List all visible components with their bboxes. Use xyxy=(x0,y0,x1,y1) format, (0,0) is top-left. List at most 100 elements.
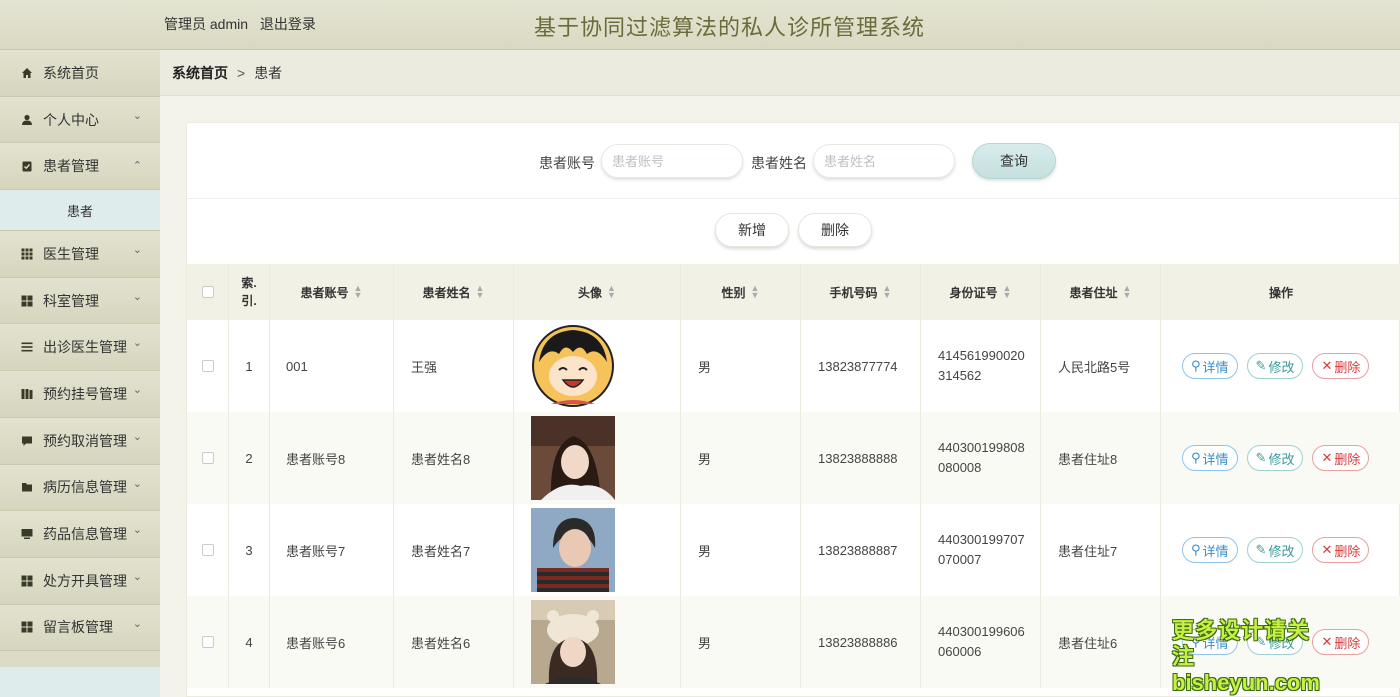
delete-label: 删除 xyxy=(1334,635,1361,651)
sidebar-item-label: 预约取消管理 xyxy=(43,432,127,449)
edit-label: 修改 xyxy=(1268,451,1295,467)
sidebar-item-label: 系统首页 xyxy=(43,64,99,81)
sidebar-item-profile[interactable]: 个人中心 ⌄ xyxy=(0,96,160,144)
sidebar-item-medicines[interactable]: 药品信息管理 ⌄ xyxy=(0,511,160,558)
sidebar-item-departments[interactable]: 科室管理 ⌄ xyxy=(0,277,160,325)
edit-button[interactable]: ✎ 修改 xyxy=(1246,353,1304,379)
col-operations: 操作 xyxy=(1268,285,1293,300)
delete-label: 删除 xyxy=(1334,451,1361,467)
detail-label: 详情 xyxy=(1202,543,1229,559)
sidebar-item-label: 医生管理 xyxy=(43,245,99,262)
row-account: 患者账号7 xyxy=(270,504,394,596)
row-avatar-cell xyxy=(514,320,681,412)
row-index: 2 xyxy=(229,412,270,504)
account-search-input[interactable] xyxy=(601,144,743,178)
sidebar-item-prescriptions[interactable]: 处方开具管理 ⌄ xyxy=(0,557,160,605)
row-address: 患者住址6 xyxy=(1041,596,1161,688)
list-icon xyxy=(20,340,34,354)
edit-button[interactable]: ✎ 修改 xyxy=(1246,445,1304,471)
row-checkbox[interactable] xyxy=(201,360,214,372)
row-gender: 男 xyxy=(681,412,801,504)
row-phone: 13823877774 xyxy=(801,320,921,412)
col-gender[interactable]: 性别 ▲ ▼ xyxy=(681,264,801,320)
sidebar-item-label: 病历信息管理 xyxy=(43,479,127,496)
admin-label: 管理员 admin xyxy=(164,16,249,32)
detail-button[interactable]: ⚲ 详情 xyxy=(1182,537,1238,563)
row-operations: ⚲ 详情 ✎ 修改 ✕ 删除 xyxy=(1161,320,1400,412)
sidebar-item-doctors[interactable]: 医生管理 ⌄ xyxy=(0,231,160,278)
photo-girl-avatar xyxy=(531,416,615,500)
row-id-number: 440300199808 080008 xyxy=(921,412,1041,504)
monitor-icon xyxy=(20,527,34,541)
row-checkbox-cell xyxy=(187,596,229,688)
row-avatar-cell xyxy=(514,412,681,504)
query-button[interactable]: 查询 xyxy=(972,143,1056,179)
chevron-down-icon: ⌄ xyxy=(132,290,142,303)
row-checkbox[interactable] xyxy=(201,636,214,648)
row-checkbox[interactable] xyxy=(201,544,214,556)
row-delete-button[interactable]: ✕ 删除 xyxy=(1312,445,1370,471)
action-bar: 新增 删除 xyxy=(187,200,1400,264)
row-name: 患者姓名8 xyxy=(394,412,514,504)
edit-label: 修改 xyxy=(1268,359,1295,375)
row-phone: 13823888886 xyxy=(801,596,921,688)
col-name[interactable]: 患者姓名 ▲ ▼ xyxy=(394,264,514,320)
row-checkbox-cell xyxy=(187,412,229,504)
row-index: 3 xyxy=(229,504,270,596)
detail-button[interactable]: ⚲ 详情 xyxy=(1182,353,1238,379)
col-gender-label: 性别 xyxy=(721,285,746,300)
sidebar-item-appointments[interactable]: 预约挂号管理 ⌄ xyxy=(0,371,160,418)
sidebar-item-label: 科室管理 xyxy=(43,292,99,309)
watermark-line1: 更多设计请关注 xyxy=(1172,618,1311,669)
detail-label: 详情 xyxy=(1202,359,1229,375)
grid-icon xyxy=(20,247,34,261)
system-title: 基于协同过滤算法的私人诊所管理系统 xyxy=(534,15,926,40)
row-id-number: 414561990020 314562 xyxy=(921,320,1041,412)
row-delete-button[interactable]: ✕ 删除 xyxy=(1312,537,1370,563)
col-avatar[interactable]: 头像 ▲ ▼ xyxy=(514,264,681,320)
folder-icon xyxy=(20,480,34,494)
row-id-number: 440300199707 070007 xyxy=(921,504,1041,596)
logout-link[interactable]: 退出登录 xyxy=(260,16,316,32)
table-row: 1 001 王强 男 13823877774 414561990020 31456… xyxy=(187,320,1400,412)
chevron-up-icon: ⌃ xyxy=(132,160,142,173)
sidebar-item-patients[interactable]: 患者管理 ⌃ xyxy=(0,143,160,191)
edit-button[interactable]: ✎ 修改 xyxy=(1246,537,1304,563)
breadcrumb-home[interactable]: 系统首页 xyxy=(172,63,228,83)
breadcrumb-separator: > xyxy=(237,64,246,81)
row-checkbox[interactable] xyxy=(201,452,214,464)
select-all-checkbox[interactable] xyxy=(201,286,214,298)
row-account: 001 xyxy=(270,320,394,412)
sidebar-subitem-patient[interactable]: 患者 xyxy=(0,190,160,232)
row-checkbox-cell xyxy=(187,320,229,412)
photo-man-striped-avatar xyxy=(531,508,615,592)
sidebar-item-message-board[interactable]: 留言板管理 ⌄ xyxy=(0,604,160,652)
close-icon: ✕ xyxy=(1321,542,1333,557)
edit-label: 修改 xyxy=(1268,543,1295,559)
watermark: 更多设计请关注 bisheyun.com xyxy=(1172,618,1332,696)
name-search-input[interactable] xyxy=(813,144,955,178)
book-icon xyxy=(20,387,34,401)
chevron-down-icon: ⌄ xyxy=(132,430,142,443)
chevron-down-icon: ⌄ xyxy=(132,570,142,583)
sort-icon: ▲ ▼ xyxy=(353,283,363,300)
col-id-number[interactable]: 身份证号 ▲ ▼ xyxy=(921,264,1041,320)
col-id-label: 身份证号 xyxy=(949,285,998,300)
sidebar-footer xyxy=(0,667,160,697)
sidebar-item-visiting-doctors[interactable]: 出诊医生管理 ⌄ xyxy=(0,324,160,372)
row-delete-button[interactable]: ✕ 删除 xyxy=(1312,353,1370,379)
pencil-icon: ✎ xyxy=(1255,542,1267,557)
search-bar: 患者账号 患者姓名 查询 xyxy=(187,123,1400,199)
detail-button[interactable]: ⚲ 详情 xyxy=(1182,445,1238,471)
delete-label: 删除 xyxy=(1334,359,1361,375)
close-icon: ✕ xyxy=(1321,358,1333,373)
col-address[interactable]: 患者住址 ▲ ▼ xyxy=(1041,264,1161,320)
sidebar-item-medical-records[interactable]: 病历信息管理 ⌄ xyxy=(0,464,160,512)
add-button[interactable]: 新增 xyxy=(715,213,789,247)
sidebar-item-home[interactable]: 系统首页 xyxy=(0,50,160,97)
delete-button[interactable]: 删除 xyxy=(798,213,872,247)
col-account[interactable]: 患者账号 ▲ ▼ xyxy=(270,264,394,320)
col-phone[interactable]: 手机号码 ▲ ▼ xyxy=(801,264,921,320)
sidebar-item-cancellations[interactable]: 预约取消管理 ⌄ xyxy=(0,417,160,465)
sidebar-item-label: 处方开具管理 xyxy=(43,572,127,589)
